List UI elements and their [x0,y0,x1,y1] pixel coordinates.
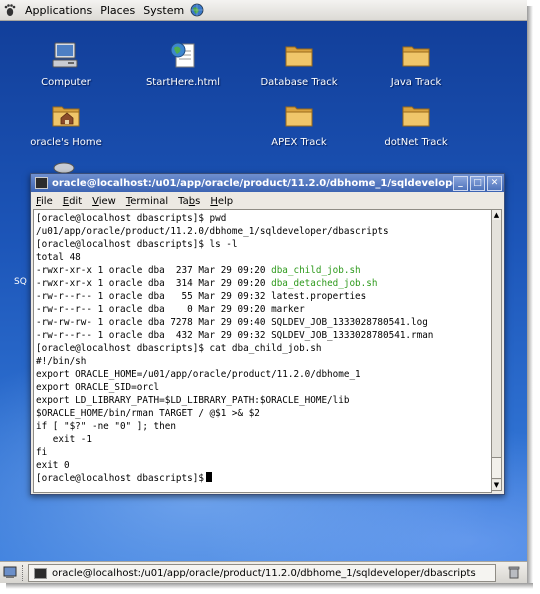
terminal-icon [34,567,47,579]
desktop-icon-label: Database Track [260,77,338,88]
desktop-icon-java-track[interactable]: Java Track [373,39,459,88]
terminal-line: exit 0 [36,460,70,471]
bottom-panel: oracle@localhost:/u01/app/oracle/product… [0,561,527,583]
scroll-thumb[interactable] [492,457,501,479]
terminal-icon [35,177,48,189]
script-filename: dba_child_job.sh [271,265,361,276]
folder-icon [285,106,313,127]
terminal-line: -rwxr-xr-x 1 oracle dba 237 Mar 29 09:20… [36,265,361,276]
desktop-icon-label: StartHere.html [145,77,221,88]
terminal-line: -rw-r--r-- 1 oracle dba 0 Mar 29 09:20 m… [36,304,305,315]
desktop-icon-computer[interactable]: Computer [23,39,109,88]
taskbar-terminal-button[interactable]: oracle@localhost:/u01/app/oracle/product… [28,564,496,582]
terminal-prompt-line: [oracle@localhost dbascripts]$ [36,472,212,485]
terminal-line: exit -1 [36,434,92,445]
top-panel: Applications Places System [0,0,527,21]
terminal-line: export LD_LIBRARY_PATH=$LD_LIBRARY_PATH:… [36,395,350,406]
terminal-line: -rw-rw-rw- 1 oracle dba 7278 Mar 29 09:4… [36,317,428,328]
terminal-line: $ORACLE_HOME/bin/rman TARGET / @$1 >& $2 [36,408,260,419]
maximize-button[interactable]: □ [470,175,485,191]
terminal-line: if [ "$?" -ne "0" ]; then [36,421,176,432]
terminal-line: /u01/app/oracle/product/11.2.0/dbhome_1/… [36,226,389,237]
scroll-up-arrow-icon[interactable]: ▲ [492,210,501,220]
menu-view[interactable]: View [87,196,121,207]
menu-help[interactable]: Help [205,196,238,207]
frame-shadow [6,583,533,589]
partial-disk-icon[interactable] [52,160,76,174]
terminal-line: -rw-r--r-- 1 oracle dba 432 Mar 29 09:32… [36,330,434,341]
terminal-titlebar[interactable]: oracle@localhost:/u01/app/oracle/product… [31,174,504,192]
folder-icon [402,46,430,67]
globe-browser-icon[interactable] [190,3,204,17]
trash-icon[interactable] [507,565,521,579]
computer-icon [52,42,78,68]
terminal-line: #!/bin/sh [36,356,87,367]
terminal-line: export ORACLE_SID=orcl [36,382,160,393]
desktop-icon-label: Computer [41,77,91,88]
desktop-icon-label: oracle's Home [30,137,102,148]
html-file-icon [170,42,195,68]
desktop-icon-starthere[interactable]: StartHere.html [140,39,226,88]
scroll-down-arrow-icon[interactable]: ▼ [492,480,501,490]
minimize-button[interactable]: _ [453,175,468,191]
gnome-foot-icon[interactable] [3,3,17,17]
desktop-icon-dotnet-track[interactable]: dotNet Track [373,99,459,148]
menu-file[interactable]: File [31,196,58,207]
terminal-line: fi [36,447,48,458]
desktop-icon-label: APEX Track [271,137,327,148]
menu-edit[interactable]: Edit [58,196,87,207]
system-menu[interactable]: System [139,4,188,17]
terminal-line: -rwxr-xr-x 1 oracle dba 314 Mar 29 09:20… [36,278,378,289]
show-desktop-icon[interactable] [3,565,17,579]
terminal-line: [oracle@localhost dbascripts]$ ls -l [36,239,238,250]
desktop-icon-oracles-home[interactable]: oracle's Home [23,99,109,148]
terminal-line: [oracle@localhost dbascripts]$ pwd [36,213,227,224]
applications-menu[interactable]: Applications [21,4,96,17]
desktop-icon-apex-track[interactable]: APEX Track [256,99,342,148]
terminal-line: -rw-r--r-- 1 oracle dba 55 Mar 29 09:32 … [36,291,367,302]
panel-separator [22,565,25,581]
folder-icon [285,46,313,67]
desktop-icon-label: dotNet Track [384,137,448,148]
terminal-line: export ORACLE_HOME=/u01/app/oracle/produ… [36,369,361,380]
terminal-scrollbar[interactable]: ▲ ▼ [491,209,502,491]
terminal-menubar: File Edit View Terminal Tabs Help [31,193,504,209]
screenshot-frame: Applications Places System Computer Star… [0,0,527,583]
terminal-line: total 48 [36,252,81,263]
menu-terminal[interactable]: Terminal [121,196,173,207]
terminal-output[interactable]: [oracle@localhost dbascripts]$ pwd /u01/… [33,209,492,493]
text-cursor [205,472,212,482]
terminal-line: [oracle@localhost dbascripts]$ cat dba_c… [36,343,322,354]
desktop-icon-label: Java Track [390,77,442,88]
partial-icon-label: SQ [14,277,27,287]
frame-shadow [527,6,533,586]
folder-icon [402,106,430,127]
places-menu[interactable]: Places [96,4,139,17]
terminal-window[interactable]: oracle@localhost:/u01/app/oracle/product… [30,173,505,495]
desktop-icon-database-track[interactable]: Database Track [256,39,342,88]
window-title: oracle@localhost:/u01/app/oracle/product… [52,177,453,189]
menu-tabs[interactable]: Tabs [173,196,205,207]
taskbar-task-label: oracle@localhost:/u01/app/oracle/product… [52,567,476,579]
script-filename: dba_detached_job.sh [271,278,378,289]
close-button[interactable]: ✕ [487,175,502,191]
home-folder-icon [52,106,80,127]
